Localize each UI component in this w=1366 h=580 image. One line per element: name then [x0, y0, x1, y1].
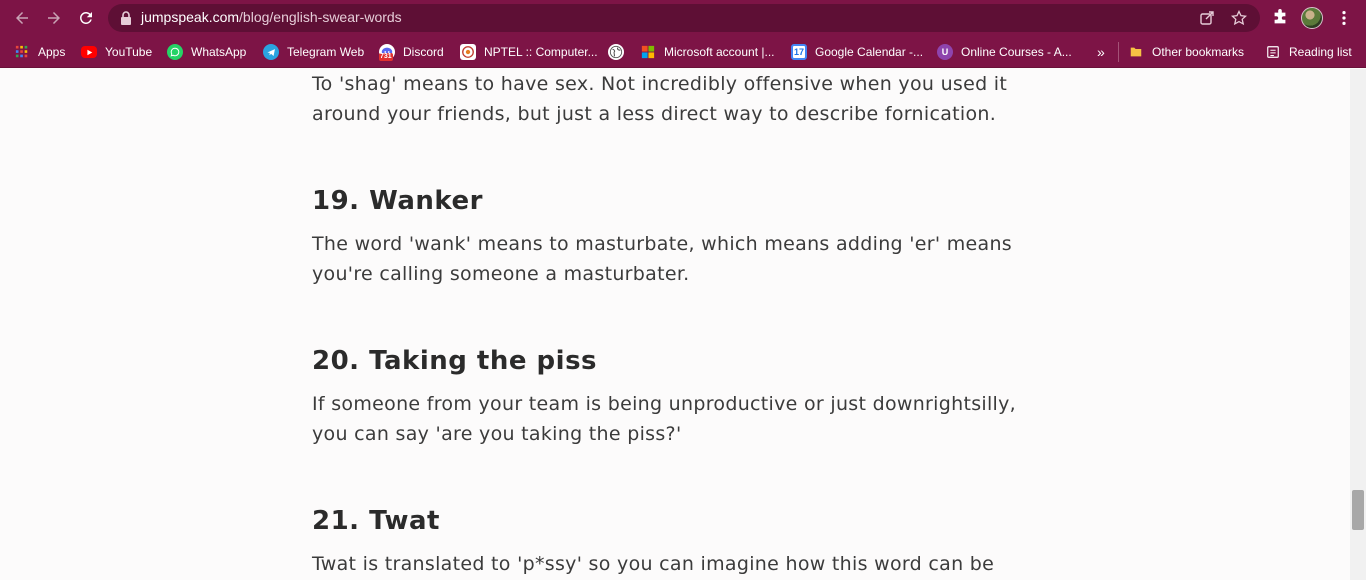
calendar-badge: 17: [793, 47, 804, 57]
forward-button[interactable]: [42, 6, 66, 30]
section-heading: 19. Wanker: [312, 186, 483, 216]
address-bar[interactable]: jumpspeak.com/blog/english-swear-words: [108, 4, 1260, 32]
browser-toolbar: jumpspeak.com/blog/english-swear-words: [0, 0, 1366, 36]
courses-icon: U: [937, 44, 953, 60]
back-arrow-icon: [16, 12, 28, 24]
bookmark-microsoft[interactable]: Microsoft account |...: [640, 42, 775, 62]
reload-icon: [79, 11, 92, 24]
bookmark-online-courses[interactable]: U Online Courses - A...: [937, 42, 1072, 62]
url-path: /blog/english-swear-words: [239, 9, 402, 25]
bookmark-label: Telegram Web: [287, 45, 365, 59]
profile-avatar[interactable]: [1301, 7, 1323, 29]
discord-badge: 731: [379, 53, 393, 61]
bookmark-whatsapp[interactable]: WhatsApp: [167, 42, 246, 62]
bookmark-label: Other bookmarks: [1152, 45, 1245, 59]
discord-icon: 731: [379, 44, 395, 61]
reading-list-icon: [1265, 44, 1281, 60]
section-heading: 20. Taking the piss: [312, 346, 598, 376]
microsoft-icon: [640, 44, 656, 60]
bookmark-telegram[interactable]: Telegram Web: [263, 42, 364, 62]
section-body: The word 'wank' means to masturbate, whi…: [312, 233, 1013, 285]
menu-button[interactable]: [1334, 8, 1354, 28]
folder-icon: [1128, 44, 1144, 60]
section-body: Twat is translated to 'p*ssy' so you can…: [312, 553, 995, 575]
bookmark-apps[interactable]: Apps: [14, 42, 65, 62]
bookmark-discord[interactable]: 731 Discord: [379, 42, 444, 62]
globe-icon: [608, 44, 624, 60]
calendar-icon: 17: [791, 44, 807, 60]
bookmark-label: Online Courses - A...: [961, 45, 1072, 59]
more-bookmarks-button[interactable]: »: [1097, 42, 1105, 62]
section-heading: 21. Twat: [312, 506, 440, 536]
section-body: If someone from your team is being unpro…: [312, 393, 1017, 445]
bookmark-label: YouTube: [105, 45, 153, 59]
bookmarks-separator: [1118, 42, 1119, 62]
whatsapp-icon: [167, 44, 183, 60]
bookmark-label: NPTEL :: Computer...: [484, 45, 598, 59]
other-bookmarks[interactable]: Other bookmarks: [1128, 42, 1244, 62]
extensions-button[interactable]: [1270, 8, 1290, 28]
kebab-menu-icon: [1342, 10, 1346, 26]
youtube-icon: [81, 46, 97, 58]
reading-list[interactable]: Reading list: [1265, 42, 1352, 62]
bookmark-label: Microsoft account |...: [664, 45, 775, 59]
article-content: To 'shag' means to have sex. Not incredi…: [0, 69, 1350, 580]
bookmark-label: Apps: [38, 45, 66, 59]
share-icon[interactable]: [1199, 10, 1215, 26]
bookmark-label: Reading list: [1289, 45, 1352, 59]
back-button[interactable]: [10, 6, 34, 30]
bookmark-google-calendar[interactable]: 17 Google Calendar -...: [791, 42, 923, 62]
url-host: jumpspeak.com: [141, 9, 240, 25]
reload-button[interactable]: [74, 6, 98, 30]
url-text: jumpspeak.com/blog/english-swear-words: [141, 9, 402, 25]
apps-grid-icon: [14, 44, 30, 60]
bookmark-nptel[interactable]: NPTEL :: Computer...: [460, 42, 598, 62]
bookmark-label: WhatsApp: [191, 45, 247, 59]
bookmarks-bar: Apps YouTube WhatsApp Telegram Web 731 D…: [0, 36, 1366, 68]
lock-icon: [121, 11, 131, 25]
bookmark-youtube[interactable]: YouTube: [81, 42, 152, 62]
scrollbar-thumb[interactable]: [1352, 490, 1364, 530]
telegram-icon: [263, 44, 279, 60]
bookmark-globe[interactable]: [608, 42, 632, 62]
nptel-icon: [460, 44, 476, 60]
forward-arrow-icon: [48, 12, 60, 24]
bookmark-star-icon[interactable]: [1231, 10, 1247, 26]
bookmark-label: Google Calendar -...: [815, 45, 924, 59]
puzzle-icon: [1274, 9, 1286, 24]
bookmark-label: Discord: [403, 45, 444, 59]
intro-paragraph: To 'shag' means to have sex. Not incredi…: [312, 73, 1008, 125]
